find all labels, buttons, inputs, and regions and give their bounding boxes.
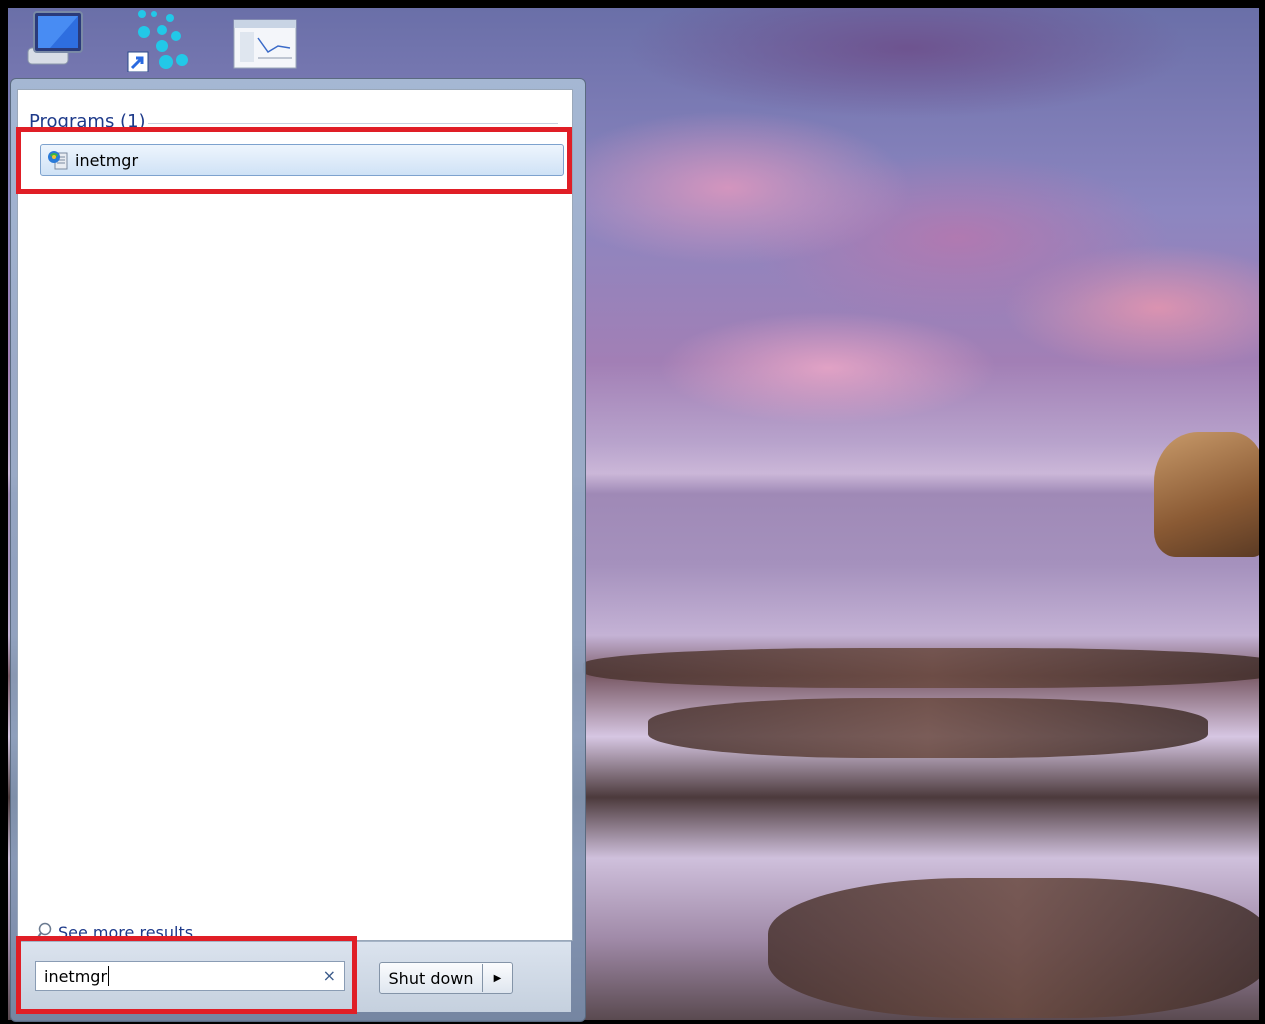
shutdown-button[interactable]: Shut down ▶ bbox=[379, 962, 513, 994]
wallpaper-rock bbox=[1154, 432, 1259, 557]
wallpaper-reef bbox=[583, 648, 1259, 688]
dots-app-shortcut-icon[interactable] bbox=[126, 8, 192, 73]
start-menu: Programs (1) inetmgr See more results in… bbox=[10, 78, 586, 1022]
search-results-pane: Programs (1) inetmgr See more results bbox=[17, 89, 573, 942]
computer-icon[interactable] bbox=[20, 8, 86, 72]
wallpaper-reef bbox=[768, 878, 1259, 1018]
highlight-program-result bbox=[16, 127, 572, 194]
window-screenshot-icon[interactable] bbox=[232, 8, 298, 72]
wallpaper-reef bbox=[648, 698, 1208, 758]
section-divider bbox=[148, 123, 558, 124]
shutdown-options-arrow-icon[interactable]: ▶ bbox=[483, 973, 512, 984]
highlight-search-box bbox=[16, 936, 357, 1014]
shutdown-label: Shut down bbox=[388, 968, 474, 988]
